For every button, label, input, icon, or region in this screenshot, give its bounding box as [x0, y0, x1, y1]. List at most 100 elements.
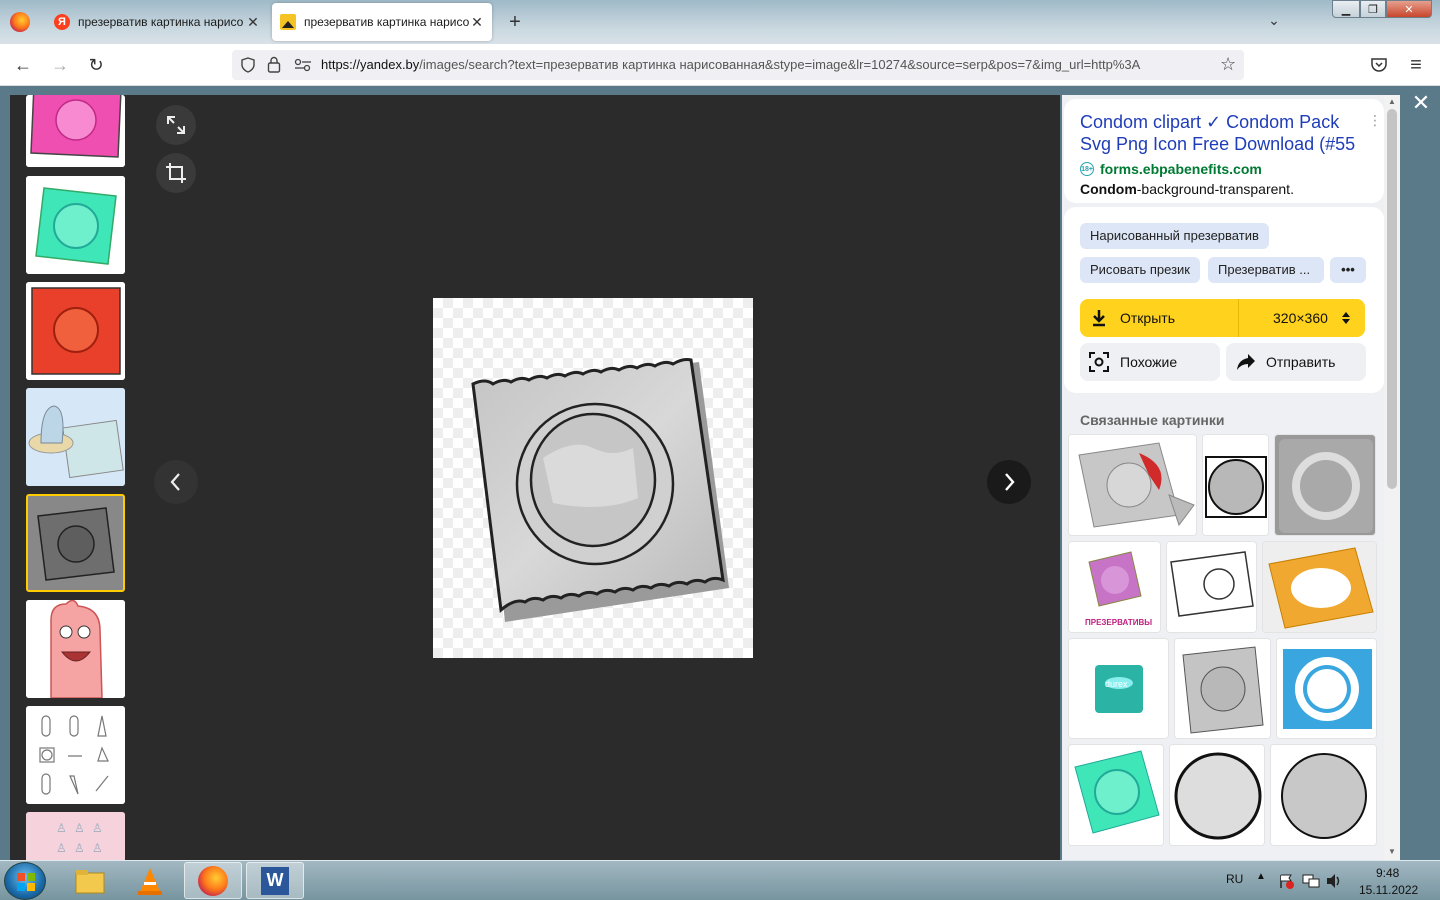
word-taskbar-icon[interactable]: W	[246, 862, 304, 899]
share-button[interactable]: Отправить	[1226, 343, 1366, 381]
pocket-icon[interactable]	[1370, 56, 1388, 74]
thumbnail-blue-condom[interactable]	[26, 388, 125, 486]
close-window-button[interactable]: ✕	[1386, 0, 1432, 18]
crop-button[interactable]	[156, 153, 196, 193]
url-text[interactable]: https://yandex.by/images/search?text=пре…	[321, 57, 1206, 72]
description-keyword: Condom	[1080, 181, 1137, 197]
age-18-badge-icon: 18+	[1080, 162, 1094, 176]
windows-logo-icon	[17, 873, 35, 891]
clock-time[interactable]: 9:48	[1376, 866, 1399, 880]
related-image-item[interactable]: durex	[1068, 638, 1169, 739]
previous-image-button[interactable]	[154, 460, 198, 504]
windows-taskbar: W RU ▲ 9:48 15.11.2022	[0, 860, 1440, 900]
hamburger-menu-icon[interactable]: ≡	[1405, 54, 1427, 76]
main-preview-image[interactable]	[433, 298, 753, 658]
open-label: Открыть	[1120, 310, 1175, 326]
network-icon[interactable]	[1302, 873, 1320, 889]
related-image-item[interactable]	[1276, 638, 1377, 739]
svg-text:♙: ♙	[92, 821, 103, 835]
related-image-item[interactable]	[1166, 541, 1257, 633]
thumbnail-red-condom[interactable]	[26, 282, 125, 380]
firefox-menu-icon[interactable]	[10, 12, 30, 32]
close-tab-icon[interactable]: ✕	[470, 14, 484, 31]
thumbnail-green-condom[interactable]	[26, 176, 125, 274]
svg-text:♙: ♙	[74, 821, 85, 835]
source-domain-link[interactable]: 18+ forms.ebpabenefits.com	[1080, 161, 1262, 177]
fullscreen-button[interactable]	[156, 105, 196, 145]
bookmark-star-icon[interactable]: ☆	[1220, 54, 1236, 75]
tracking-shield-icon[interactable]	[240, 57, 256, 73]
related-image-item[interactable]	[1068, 744, 1164, 846]
svg-text:♙: ♙	[92, 841, 103, 855]
thumbnail-sketch-condoms[interactable]	[26, 706, 125, 804]
tab-yandex-images[interactable]: презерватив картинка нарисо ✕	[272, 3, 492, 41]
permissions-icon[interactable]	[294, 58, 312, 72]
reload-icon[interactable]: ↻	[85, 54, 107, 76]
download-arrow-icon	[1093, 310, 1105, 327]
more-options-kebab-icon[interactable]: ⋮	[1368, 113, 1382, 127]
url-host: https://yandex.by	[321, 57, 420, 72]
related-image-item[interactable]: ПРЕЗЕРВАТИВЫ	[1068, 541, 1161, 633]
related-image-item[interactable]	[1169, 744, 1265, 846]
related-caption: ПРЕЗЕРВАТИВЫ	[1085, 618, 1153, 627]
more-tags-button[interactable]: •••	[1330, 257, 1366, 283]
start-button[interactable]	[4, 862, 46, 900]
chevron-left-icon	[170, 473, 180, 491]
scrollbar-thumb[interactable]	[1387, 109, 1397, 489]
scroll-up-icon[interactable]: ▲	[1388, 97, 1396, 106]
next-image-button[interactable]	[987, 460, 1031, 504]
padlock-icon[interactable]	[267, 56, 281, 73]
forward-arrow-icon[interactable]: →	[49, 54, 71, 76]
chevron-right-icon	[1005, 473, 1015, 491]
back-arrow-icon[interactable]: ←	[12, 54, 34, 76]
tag-chip[interactable]: Рисовать презик	[1080, 257, 1200, 283]
tab-title: презерватив картинка нарисо	[304, 15, 470, 29]
minimize-button[interactable]: ▁	[1332, 0, 1360, 18]
list-all-tabs-chevron-icon[interactable]: ⌄	[1264, 12, 1284, 32]
related-image-item[interactable]	[1174, 638, 1271, 739]
tag-chip[interactable]: Презерватив ...	[1208, 257, 1324, 283]
thumbnail-cartoon-condom[interactable]	[26, 600, 125, 698]
close-tab-icon[interactable]: ✕	[246, 14, 260, 31]
related-image-item[interactable]	[1262, 541, 1377, 633]
vlc-taskbar-icon[interactable]	[124, 862, 176, 899]
svg-text:♙: ♙	[56, 841, 67, 855]
scroll-down-icon[interactable]: ▼	[1388, 847, 1396, 856]
firefox-logo-icon	[198, 865, 228, 896]
firefox-taskbar-icon[interactable]	[184, 862, 242, 899]
yandex-favicon-icon: Я	[54, 14, 70, 30]
thumbnail-grey-condom-selected[interactable]	[26, 494, 125, 592]
related-image-item[interactable]	[1202, 434, 1269, 536]
similar-images-button[interactable]: Похожие	[1080, 343, 1220, 381]
thumbnail-strip: ♙ ♙ ♙ ♙ ♙ ♙	[26, 95, 125, 860]
language-indicator[interactable]: RU	[1226, 872, 1243, 886]
thumbnail-pattern-condoms[interactable]: ♙ ♙ ♙ ♙ ♙ ♙	[26, 812, 125, 860]
related-image-item[interactable]	[1274, 434, 1376, 536]
related-image-item[interactable]	[1068, 434, 1197, 536]
show-hidden-icons-icon[interactable]: ▲	[1256, 871, 1266, 882]
close-viewer-icon[interactable]: ✕	[1410, 92, 1432, 114]
url-bar[interactable]: https://yandex.by/images/search?text=пре…	[232, 50, 1244, 80]
sidebar-scrollbar[interactable]: ▲ ▼	[1384, 95, 1400, 860]
flag-notification-icon[interactable]	[1278, 873, 1294, 889]
image-info-sidebar: Condom clipart ✓ Condom Pack Svg Png Ico…	[1062, 95, 1400, 860]
thumbnail-pink-condom[interactable]	[26, 95, 125, 167]
file-explorer-taskbar-icon[interactable]	[64, 862, 116, 899]
tab-title: презерватив картинка нарисо	[78, 15, 244, 29]
tag-chip[interactable]: Нарисованный презерватив	[1080, 223, 1269, 249]
tab-yandex-search[interactable]: Я презерватив картинка нарисо ✕	[46, 3, 268, 41]
navigation-toolbar: ← → ↻ https://yandex.by/images/search?te…	[0, 44, 1440, 86]
image-size-select[interactable]: 320×360	[1273, 310, 1328, 326]
volume-icon[interactable]	[1325, 873, 1343, 889]
word-logo-icon: W	[261, 866, 289, 895]
open-image-button[interactable]: Открыть 320×360	[1080, 299, 1365, 337]
url-path: /images/search?text=презерватив картинка…	[419, 57, 1141, 72]
source-page-title-link[interactable]: Condom clipart ✓ Condom Pack Svg Png Ico…	[1080, 111, 1366, 155]
description-rest: -background-transparent.	[1136, 181, 1294, 197]
clock-date[interactable]: 15.11.2022	[1359, 883, 1418, 897]
svg-text:durex: durex	[1105, 679, 1128, 689]
crop-icon	[166, 163, 186, 183]
maximize-button[interactable]: ❐	[1360, 0, 1386, 18]
related-image-item[interactable]	[1270, 744, 1377, 846]
new-tab-button[interactable]: +	[505, 10, 525, 34]
